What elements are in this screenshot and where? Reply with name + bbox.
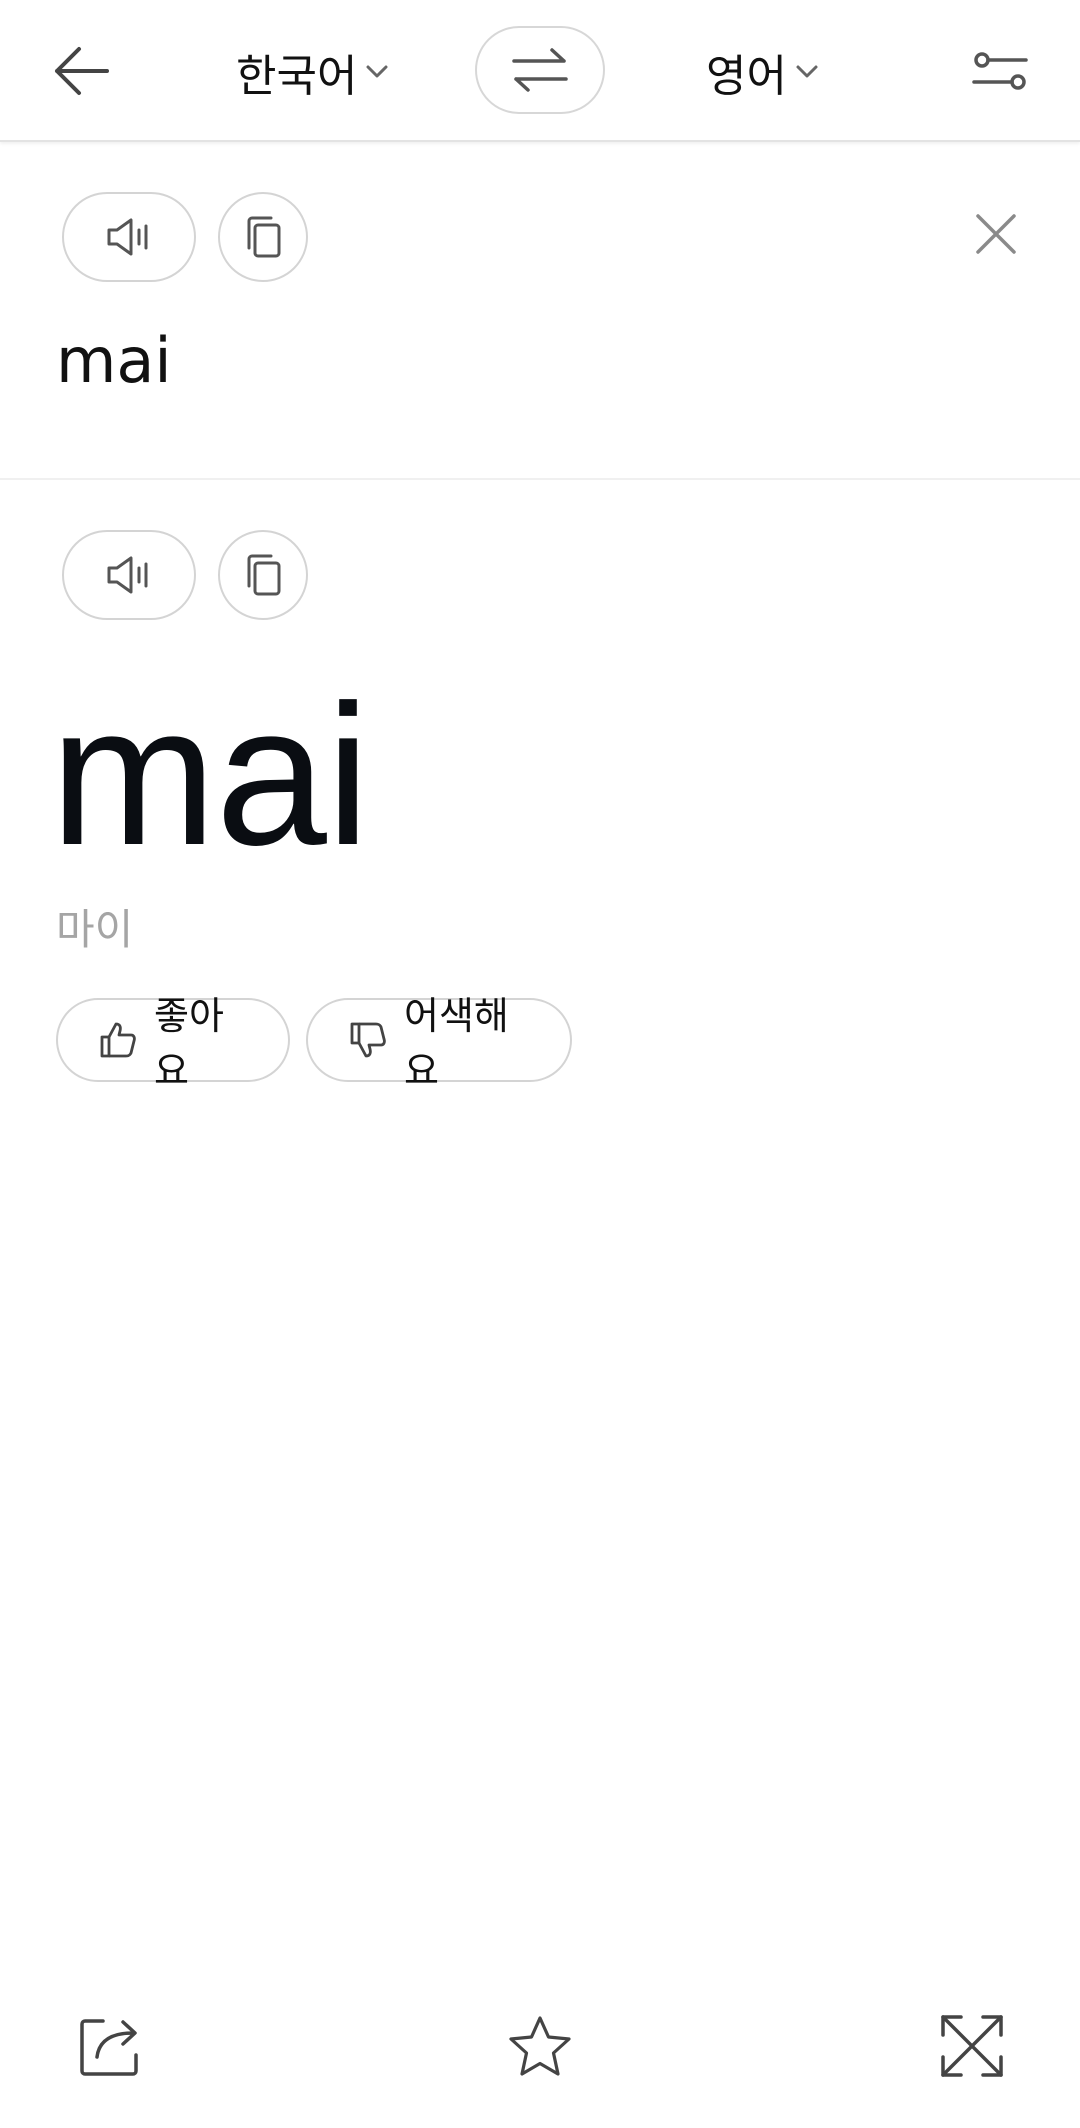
source-panel: mai: [0, 144, 1080, 480]
top-bar: 한국어 영어: [0, 0, 1080, 142]
target-language-select[interactable]: 영어: [706, 36, 819, 108]
expand-button[interactable]: [932, 2006, 1012, 2086]
share-button[interactable]: [70, 2006, 150, 2086]
result-copy-button[interactable]: [218, 530, 308, 620]
dislike-button[interactable]: 어색해요: [306, 994, 572, 1093]
thumbs-down-icon: [348, 1020, 388, 1060]
star-icon: [507, 2014, 573, 2078]
speaker-icon: [105, 217, 153, 257]
target-language-label: 영어: [706, 51, 787, 102]
pronunciation-text: 마이: [56, 905, 134, 954]
result-speak-button[interactable]: [62, 530, 196, 620]
favorite-button[interactable]: [500, 2006, 580, 2086]
like-label: 좋아요: [154, 994, 224, 1093]
source-language-select[interactable]: 한국어: [236, 36, 389, 108]
copy-icon: [244, 215, 282, 259]
translation-result: mai: [50, 664, 370, 887]
clear-button[interactable]: [968, 206, 1024, 262]
back-button[interactable]: [40, 30, 122, 112]
settings-button[interactable]: [960, 34, 1040, 110]
arrow-left-icon: [51, 45, 111, 97]
chevron-down-icon: [365, 64, 389, 80]
like-button[interactable]: 좋아요: [56, 994, 290, 1093]
share-icon: [77, 2015, 143, 2077]
swap-languages-button[interactable]: [475, 26, 605, 114]
speaker-icon: [105, 555, 153, 595]
swap-arrows-icon: [510, 47, 570, 93]
thumbs-up-icon: [98, 1020, 138, 1060]
source-copy-button[interactable]: [218, 192, 308, 282]
dislike-label: 어색해요: [404, 994, 509, 1093]
source-text-input[interactable]: mai: [56, 330, 172, 392]
sliders-icon: [972, 51, 1028, 93]
source-language-label: 한국어: [236, 51, 358, 102]
copy-icon: [244, 553, 282, 597]
close-icon: [974, 212, 1018, 256]
source-speak-button[interactable]: [62, 192, 196, 282]
chevron-down-icon: [795, 64, 819, 80]
expand-icon: [939, 2013, 1005, 2079]
